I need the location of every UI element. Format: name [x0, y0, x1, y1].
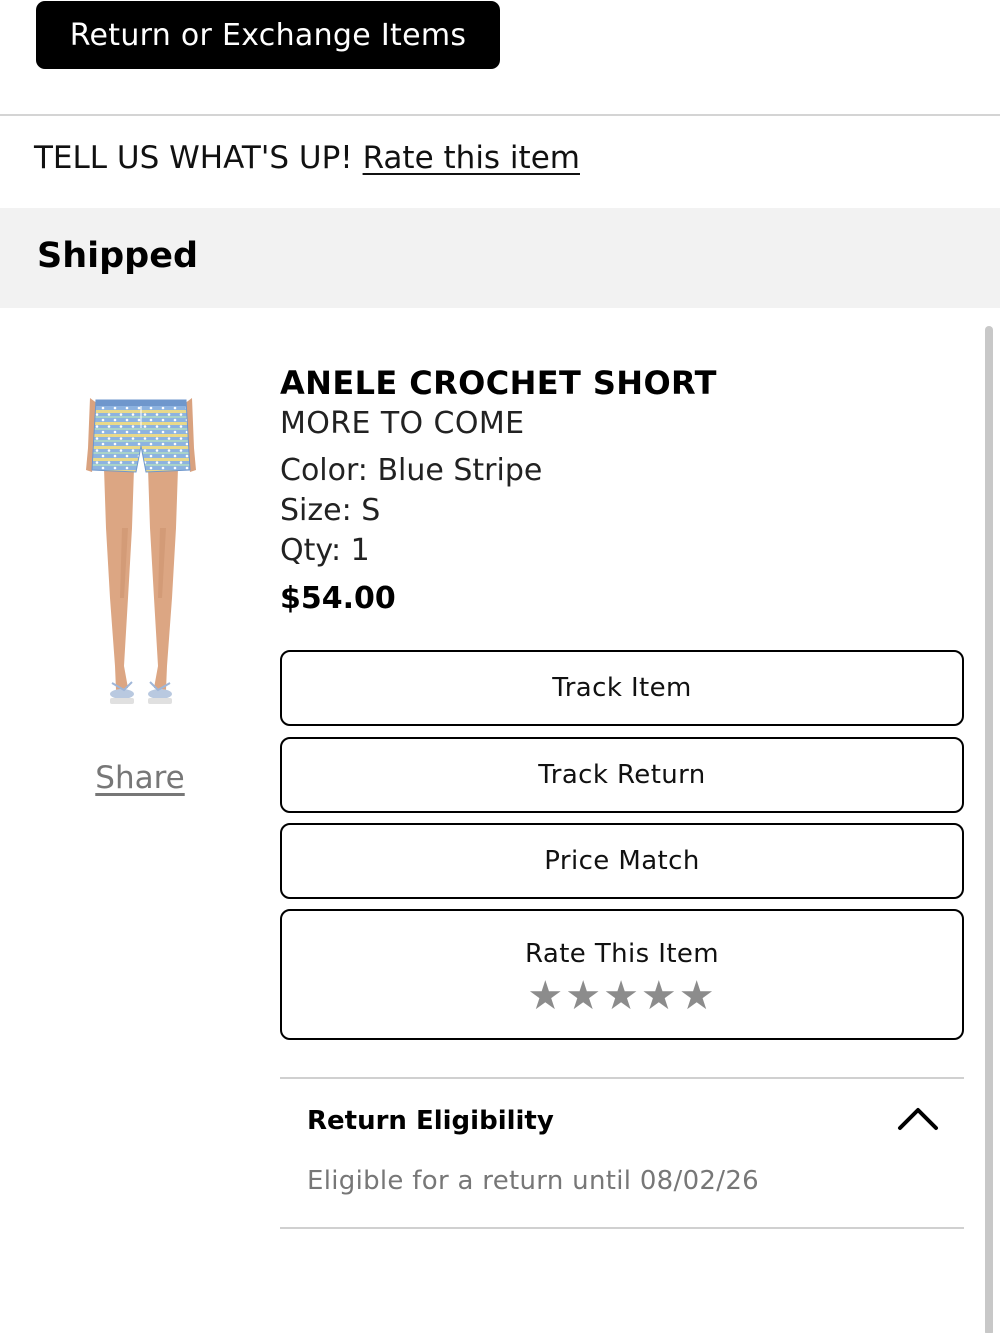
track-return-button[interactable]: Track Return — [280, 737, 964, 813]
product-info: ANELE CROCHET SHORT MORE TO COME Color: … — [280, 364, 717, 616]
rate-item-title: Rate This Item — [524, 939, 720, 969]
product-color: Color: Blue Stripe — [280, 453, 543, 488]
price-match-button[interactable]: Price Match — [280, 823, 964, 899]
star-icon[interactable]: ★ — [679, 973, 717, 1019]
divider — [0, 114, 1000, 116]
product-size: Size: S — [280, 493, 381, 528]
product-name[interactable]: ANELE CROCHET SHORT — [280, 364, 717, 402]
star-icon[interactable]: ★ — [641, 973, 679, 1019]
share-link[interactable]: Share — [92, 760, 188, 796]
chevron-up-icon[interactable] — [896, 1104, 940, 1132]
feedback-prompt: TELL US WHAT'S UP! — [34, 140, 353, 176]
star-icon[interactable]: ★ — [603, 973, 641, 1019]
status-label: Shipped — [37, 236, 199, 276]
star-icon[interactable]: ★ — [527, 973, 565, 1019]
rate-item-link[interactable]: Rate this item — [363, 140, 580, 176]
product-price: $54.00 — [280, 581, 396, 616]
feedback-line: TELL US WHAT'S UP! Rate this item — [34, 140, 580, 176]
return-eligibility-text: Eligible for a return until 08/02/26 — [307, 1166, 759, 1196]
return-exchange-button[interactable]: Return or Exchange Items — [36, 1, 500, 69]
scrollbar[interactable] — [985, 326, 993, 1333]
status-header: Shipped — [0, 208, 1000, 308]
divider — [280, 1227, 964, 1229]
track-item-button[interactable]: Track Item — [280, 650, 964, 726]
product-image[interactable] — [82, 398, 200, 712]
product-brand[interactable]: MORE TO COME — [280, 406, 717, 441]
product-qty: Qty: 1 — [280, 533, 370, 568]
divider — [280, 1077, 964, 1079]
rate-item-box[interactable]: Rate This Item ★★★★★ — [280, 909, 964, 1040]
star-icon[interactable]: ★ — [565, 973, 603, 1019]
return-eligibility-title[interactable]: Return Eligibility — [307, 1106, 554, 1136]
star-rating[interactable]: ★★★★★ — [282, 973, 962, 1019]
